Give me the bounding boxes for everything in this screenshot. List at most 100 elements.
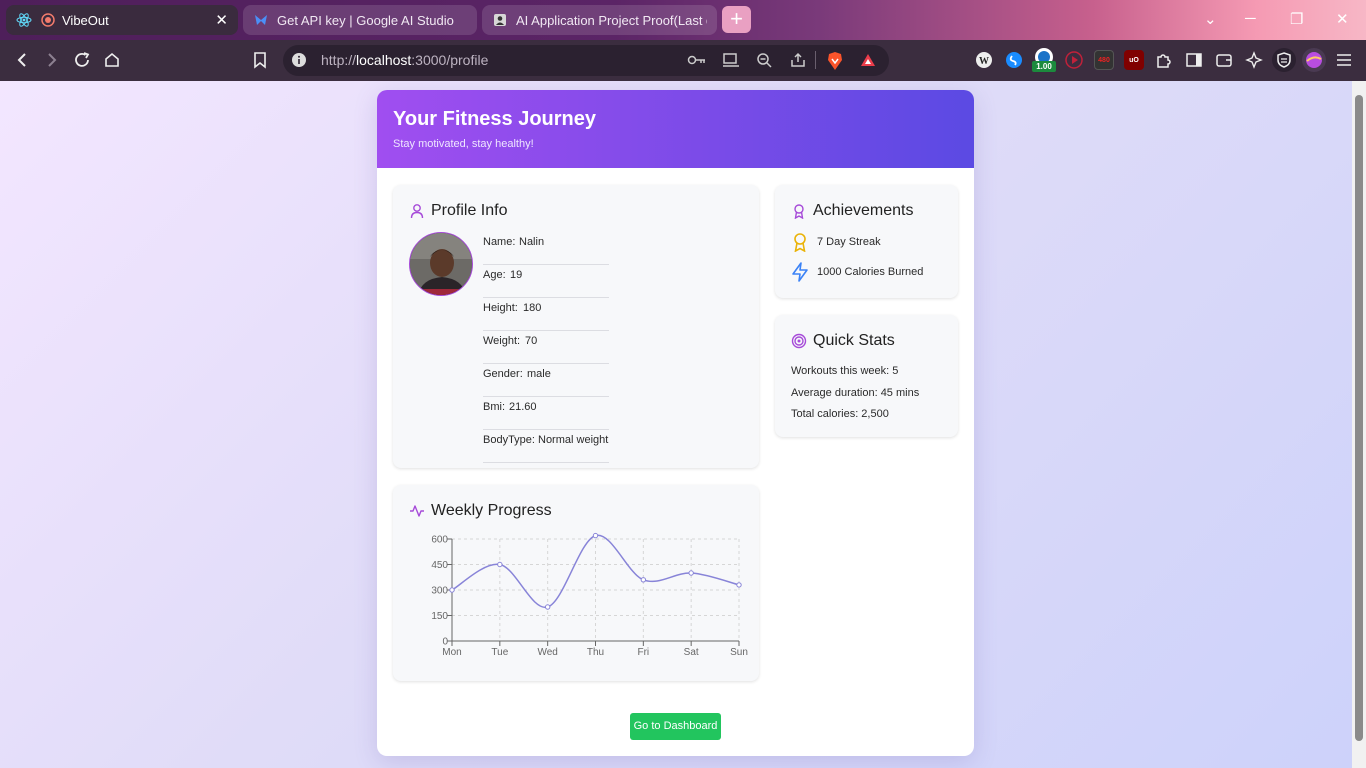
tab-search-icon[interactable]: ⌄ (1204, 10, 1217, 28)
url-text: http://localhost:3000/profile (321, 52, 489, 68)
data-point (736, 582, 742, 588)
tab-vibeout[interactable]: VibeOut ✕ (6, 5, 238, 35)
wallet-icon[interactable] (1214, 50, 1234, 70)
weekly-progress-chart: 0 150 300 450 600 Mon Tue Wed Thu Fri Sat Sun (431, 532, 748, 658)
x-tick-label: Wed (537, 647, 557, 658)
award-icon (794, 204, 804, 219)
ai-studio-icon (253, 12, 269, 28)
quick-stats-title: Quick Stats (791, 332, 895, 350)
quick-stats-panel: Quick Stats Workouts this week: 5 Averag… (775, 315, 958, 437)
x-tick-label: Thu (587, 647, 604, 658)
profile-field-height: Height: 180 (483, 298, 609, 331)
resolution-extension-icon[interactable]: 480 (1094, 50, 1114, 70)
profile-info-panel: Profile Info Name: Nalin Age: 19 Height: 18… (393, 185, 759, 468)
ublock-icon[interactable]: uO (1124, 50, 1144, 70)
user-icon (410, 204, 424, 219)
minimize-icon[interactable]: ─ (1245, 10, 1256, 27)
data-point (592, 532, 599, 539)
profile-field-name: Name: Nalin (483, 232, 609, 265)
y-tick-label: 450 (431, 560, 448, 571)
avatar (409, 232, 473, 296)
tab-title: Get API key | Google AI Studio (277, 12, 454, 28)
recording-icon (40, 12, 56, 28)
forward-icon[interactable] (41, 49, 63, 71)
back-icon[interactable] (11, 49, 33, 71)
video-extension-icon[interactable] (1064, 50, 1084, 70)
window-close-icon[interactable]: ✕ (1336, 10, 1349, 28)
profile-avatar-icon[interactable] (1302, 48, 1326, 72)
tab-bar: VibeOut ✕ Get API key | Google AI Studio… (0, 0, 1366, 40)
x-tick-label: Fri (637, 647, 649, 658)
data-point (640, 577, 647, 583)
scrollbar-thumb[interactable] (1355, 95, 1363, 741)
profile-field-gender: Gender: male (483, 364, 609, 397)
reload-icon[interactable] (71, 49, 93, 71)
install-app-icon[interactable] (722, 52, 740, 73)
tab-title: AI Application Project Proof(Last dat (516, 12, 707, 28)
y-tick-label: 0 (442, 637, 448, 648)
stat-workouts: Workouts this week: 5 (791, 365, 899, 377)
zoom-out-icon[interactable] (756, 52, 772, 73)
counter-extension-icon[interactable]: 1.00 (1032, 47, 1056, 73)
tab-title: VibeOut (62, 12, 109, 28)
page-subtitle: Stay motivated, stay healthy! (393, 138, 534, 150)
target-icon (791, 333, 807, 349)
close-tab-icon[interactable]: ✕ (215, 11, 228, 29)
profile-info-title: Profile Info (409, 202, 507, 220)
data-point (688, 570, 694, 576)
brave-rewards-icon[interactable] (860, 52, 876, 73)
x-tick-label: Mon (442, 647, 461, 658)
restore-icon[interactable]: ❐ (1290, 10, 1303, 28)
data-point (544, 604, 551, 610)
svg-text:W: W (979, 56, 989, 67)
sidebar-icon[interactable] (1184, 50, 1204, 70)
share-icon[interactable] (790, 52, 806, 73)
profile-field-bmi: Bmi: 21.60 (483, 397, 609, 430)
achievement-item: 7 Day Streak (791, 232, 881, 252)
react-icon (16, 12, 32, 28)
hero-header: Your Fitness Journey Stay motivated, sta… (377, 90, 974, 168)
user-icon (492, 12, 508, 28)
profile-card: Your Fitness Journey Stay motivated, sta… (377, 90, 974, 756)
lightning-icon (792, 262, 808, 282)
medal-icon (794, 233, 806, 252)
y-tick-label: 600 (431, 535, 448, 546)
page-viewport: Your Fitness Journey Stay motivated, sta… (0, 81, 1352, 768)
x-tick-label: Sun (730, 647, 748, 658)
achievement-item: 1000 Calories Burned (791, 262, 923, 282)
wikipedia-icon[interactable]: W (974, 50, 994, 70)
tab-ai-application[interactable]: AI Application Project Proof(Last dat (482, 5, 717, 35)
address-bar[interactable]: http://localhost:3000/profile (283, 45, 889, 76)
extensions-puzzle-icon[interactable] (1154, 50, 1174, 70)
weekly-progress-panel: Weekly Progress 0 150 300 450 600 Mon Tue Wed Th… (393, 485, 759, 681)
counter-badge: 1.00 (1032, 61, 1056, 72)
y-tick-label: 300 (431, 586, 448, 597)
x-tick-label: Sat (684, 647, 699, 658)
new-tab-button[interactable]: + (722, 6, 751, 33)
scrollbar[interactable] (1352, 81, 1366, 768)
go-to-dashboard-button[interactable]: Go to Dashboard (630, 713, 721, 740)
achievements-panel: Achievements 7 Day Streak 1000 Calories … (775, 185, 958, 298)
profile-field-age: Age: 19 (483, 265, 609, 298)
tab-google-ai-studio[interactable]: Get API key | Google AI Studio (243, 5, 477, 35)
divider (815, 51, 816, 69)
leo-ai-icon[interactable] (1244, 50, 1264, 70)
stat-duration: Average duration: 45 mins (791, 387, 920, 399)
profile-field-bodytype: BodyType: Normal weight (483, 430, 609, 463)
achievements-title: Achievements (791, 202, 914, 220)
shazam-icon[interactable] (1004, 50, 1024, 70)
y-tick-label: 150 (431, 611, 448, 622)
brave-shields-icon[interactable] (826, 51, 844, 76)
page-title: Your Fitness Journey (393, 108, 597, 130)
data-point (497, 561, 503, 568)
menu-icon[interactable] (1334, 50, 1354, 70)
profile-field-weight: Weight: 70 (483, 331, 609, 364)
x-tick-label: Tue (491, 647, 508, 658)
vpn-shield-icon[interactable] (1272, 48, 1296, 72)
data-point (449, 587, 455, 593)
home-icon[interactable] (101, 49, 123, 71)
password-key-icon[interactable] (687, 53, 707, 72)
site-info-icon[interactable] (291, 52, 307, 73)
stat-calories: Total calories: 2,500 (791, 408, 889, 420)
bookmark-icon[interactable] (249, 49, 271, 71)
